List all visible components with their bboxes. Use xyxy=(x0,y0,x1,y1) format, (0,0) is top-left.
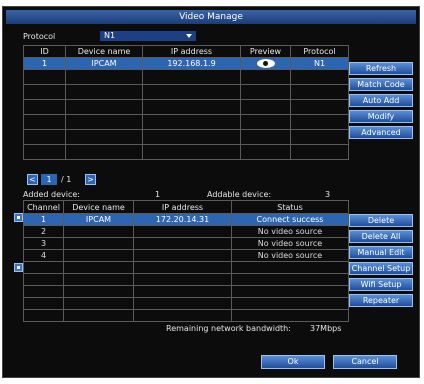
video-manage-window: Video Manage Protocol N1 ID Device name … xyxy=(2,6,420,378)
match-code-button[interactable]: Match Code xyxy=(349,78,413,91)
table-row[interactable]: 1 IPCAM 172.20.14.31 Connect success xyxy=(23,213,349,226)
cell-ip-address xyxy=(133,249,232,262)
added-device-label: Added device: xyxy=(23,190,81,199)
channel-setup-button[interactable]: Channel Setup xyxy=(349,262,413,275)
cell-ip-address xyxy=(133,237,232,250)
table-row[interactable] xyxy=(23,273,349,286)
cell-ip-address xyxy=(133,225,232,238)
chevron-down-icon xyxy=(186,34,192,38)
table-row[interactable] xyxy=(23,84,349,100)
manual-edit-button[interactable]: Manual Edit xyxy=(349,246,413,259)
cell-ip-address: 172.20.14.31 xyxy=(133,213,232,226)
cell-preview[interactable] xyxy=(240,57,291,70)
cell-status: No video source xyxy=(231,225,349,238)
device-table-header: ID Device name IP address Preview Protoc… xyxy=(23,45,349,58)
cell-device-name: IPCAM xyxy=(65,57,143,70)
cancel-button[interactable]: Cancel xyxy=(333,355,397,369)
table-row[interactable] xyxy=(23,261,349,274)
addable-device-label: Addable device: xyxy=(207,190,272,199)
delete-all-button[interactable]: Delete All xyxy=(349,230,413,243)
channel-table: Channel Device name IP address Status 1 … xyxy=(23,200,349,322)
table-row[interactable] xyxy=(23,69,349,85)
protocol-label: Protocol xyxy=(23,32,56,41)
col-header-channel: Channel xyxy=(23,200,64,214)
table-row[interactable] xyxy=(23,285,349,298)
cell-status: No video source xyxy=(231,237,349,250)
device-table: ID Device name IP address Preview Protoc… xyxy=(23,45,349,160)
cell-ip-address: 192.168.1.9 xyxy=(142,57,241,70)
page-total: / 1 xyxy=(61,175,72,184)
repeater-button[interactable]: Repeater xyxy=(349,294,413,307)
col-header-id: ID xyxy=(23,45,66,58)
col-header-device-name: Device name xyxy=(63,200,134,214)
cell-status: Connect success xyxy=(231,213,349,226)
table-row[interactable]: 3 No video source xyxy=(23,237,349,250)
table-row[interactable]: 4 No video source xyxy=(23,249,349,262)
wifi-setup-button[interactable]: Wifi Setup xyxy=(349,278,413,291)
cell-protocol: N1 xyxy=(290,57,349,70)
bandwidth-label: Remaining network bandwidth: xyxy=(166,324,291,333)
addable-device-count: 3 xyxy=(325,190,331,199)
protocol-select-value: N1 xyxy=(104,31,116,40)
move-down-button[interactable] xyxy=(14,263,23,272)
prev-page-button[interactable]: < xyxy=(27,174,38,185)
bandwidth-value: 37Mbps xyxy=(310,324,342,333)
auto-add-button[interactable]: Auto Add xyxy=(349,94,413,107)
cell-device-name xyxy=(63,249,134,262)
table-row[interactable] xyxy=(23,309,349,322)
protocol-select[interactable]: N1 xyxy=(100,31,196,41)
col-header-device-name: Device name xyxy=(65,45,143,58)
col-header-preview: Preview xyxy=(240,45,291,58)
cell-device-name xyxy=(63,237,134,250)
cell-channel: 4 xyxy=(23,249,64,262)
col-header-ip-address: IP address xyxy=(142,45,241,58)
col-header-protocol: Protocol xyxy=(290,45,349,58)
table-row[interactable] xyxy=(23,114,349,130)
table-row[interactable]: 1 IPCAM 192.168.1.9 N1 xyxy=(23,57,349,70)
table-row[interactable] xyxy=(23,144,349,160)
ok-button[interactable]: Ok xyxy=(261,355,325,369)
refresh-button[interactable]: Refresh xyxy=(349,62,413,75)
eye-icon[interactable] xyxy=(256,59,275,68)
added-device-count: 1 xyxy=(155,190,161,199)
channel-table-header: Channel Device name IP address Status xyxy=(23,200,349,214)
page-number-field[interactable]: 1 xyxy=(41,174,57,185)
col-header-status: Status xyxy=(231,200,349,214)
window-title: Video Manage xyxy=(6,10,416,24)
cell-id: 1 xyxy=(23,57,66,70)
delete-button[interactable]: Delete xyxy=(349,214,413,227)
table-row[interactable]: 2 No video source xyxy=(23,225,349,238)
modify-button[interactable]: Modify xyxy=(349,110,413,123)
next-page-button[interactable]: > xyxy=(85,174,96,185)
cell-status: No video source xyxy=(231,249,349,262)
table-row[interactable] xyxy=(23,99,349,115)
cell-device-name xyxy=(63,225,134,238)
cell-channel: 3 xyxy=(23,237,64,250)
cell-channel: 2 xyxy=(23,225,64,238)
table-row[interactable] xyxy=(23,129,349,145)
cell-channel: 1 xyxy=(23,213,64,226)
cell-device-name: IPCAM xyxy=(63,213,134,226)
move-up-button[interactable] xyxy=(14,213,23,222)
table-row[interactable] xyxy=(23,297,349,310)
advanced-button[interactable]: Advanced xyxy=(349,126,413,139)
col-header-ip-address: IP address xyxy=(133,200,232,214)
